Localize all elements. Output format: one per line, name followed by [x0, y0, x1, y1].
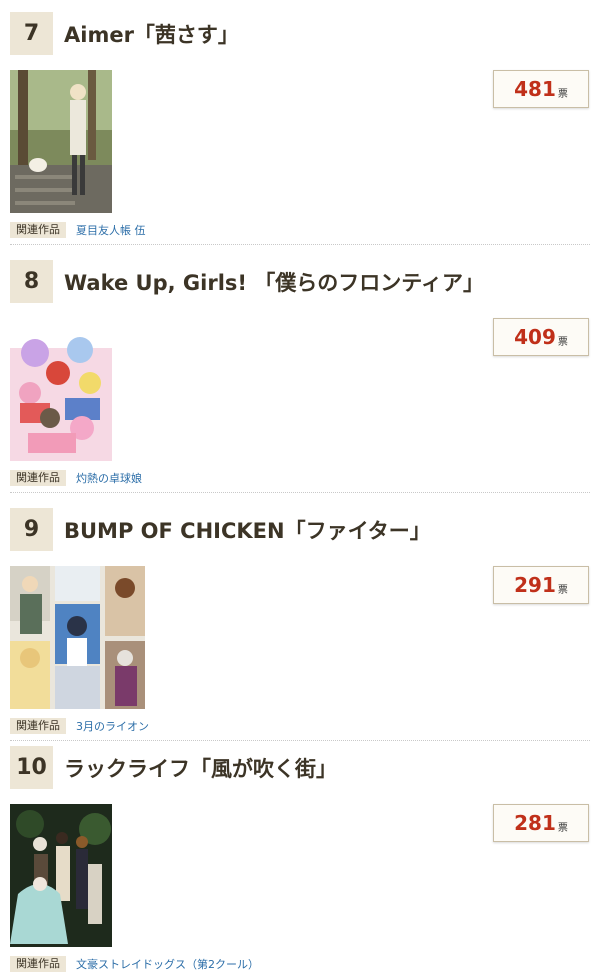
rank-number: 7 [10, 12, 53, 55]
related-work-link[interactable]: 文豪ストレイドッグス（第2クール） [76, 956, 259, 972]
related-work-link[interactable]: 夏目友人帳 伍 [76, 222, 146, 238]
rank-number: 9 [10, 508, 53, 551]
song-title[interactable]: BUMP OF CHICKEN「ファイター」 [64, 508, 431, 551]
related-work-link[interactable]: 灼熱の卓球娘 [76, 470, 142, 486]
related-label: 関連作品 [10, 718, 66, 734]
ranking-entry-10: 10 ラックライフ「風が吹く街」 281 票 関連作品 文豪ストレイドッグス（第… [0, 746, 600, 977]
rank-number: 8 [10, 260, 53, 303]
vote-count: 291 [514, 573, 556, 597]
anime-thumbnail[interactable] [10, 70, 112, 213]
anime-thumbnail[interactable] [10, 318, 112, 461]
related-works: 関連作品 3月のライオン [10, 718, 149, 734]
song-title[interactable]: ラックライフ「風が吹く街」 [64, 746, 337, 789]
divider [10, 492, 590, 493]
related-works: 関連作品 文豪ストレイドッグス（第2クール） [10, 956, 259, 972]
vote-count: 409 [514, 325, 556, 349]
vote-unit: 票 [557, 584, 568, 596]
related-works: 関連作品 夏目友人帳 伍 [10, 222, 146, 238]
related-label: 関連作品 [10, 470, 66, 486]
vote-count: 481 [514, 77, 556, 101]
ranking-entry-8: 8 Wake Up, Girls! 「僕らのフロンティア」 409 票 関連作品… [0, 260, 600, 492]
vote-count-box: 481 票 [493, 70, 589, 108]
vote-count-box: 409 票 [493, 318, 589, 356]
song-title[interactable]: Wake Up, Girls! 「僕らのフロンティア」 [64, 260, 484, 303]
rank-number: 10 [10, 746, 53, 789]
ranking-entry-7: 7 Aimer「茜さす」 481 票 関連作品 夏目友人帳 伍 [0, 12, 600, 244]
anime-thumbnail[interactable] [10, 804, 112, 947]
vote-count-box: 281 票 [493, 804, 589, 842]
related-label: 関連作品 [10, 956, 66, 972]
related-work-link[interactable]: 3月のライオン [76, 718, 149, 734]
song-title[interactable]: Aimer「茜さす」 [64, 12, 239, 55]
ranking-entry-9: 9 BUMP OF CHICKEN「ファイター」 291 票 関連作品 3月のラ… [0, 508, 600, 740]
related-works: 関連作品 灼熱の卓球娘 [10, 470, 142, 486]
vote-unit: 票 [557, 336, 568, 348]
anime-thumbnail[interactable] [10, 566, 145, 709]
vote-count: 281 [514, 811, 556, 835]
vote-count-box: 291 票 [493, 566, 589, 604]
related-label: 関連作品 [10, 222, 66, 238]
divider [10, 244, 590, 245]
vote-unit: 票 [557, 822, 568, 834]
divider [10, 740, 590, 741]
vote-unit: 票 [557, 88, 568, 100]
